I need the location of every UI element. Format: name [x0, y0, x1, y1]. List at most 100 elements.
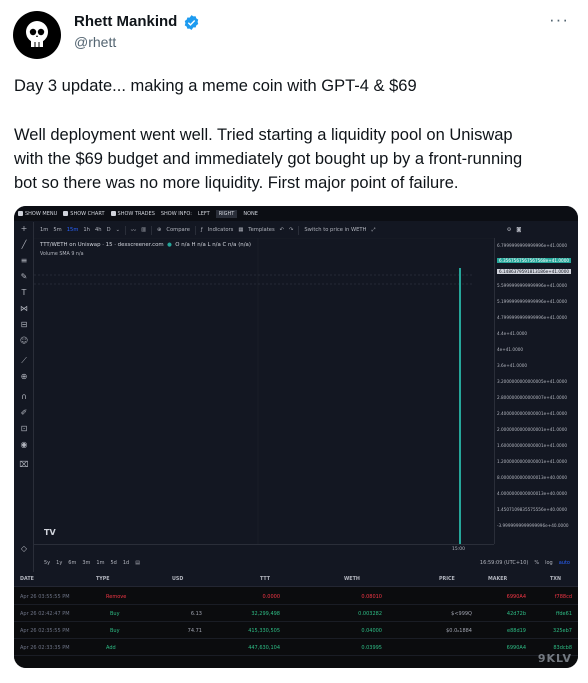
zoom-icon[interactable]: ⊕: [19, 372, 29, 382]
show-menu-toggle[interactable]: SHOW MENU: [18, 211, 57, 217]
pattern-icon[interactable]: ⋈: [19, 304, 29, 314]
emoji-icon[interactable]: ☺: [19, 336, 29, 346]
table-row[interactable]: Apr 26 02:35:55 PM Buy 74.71 415,330,505 0.0…: [14, 622, 578, 639]
price-tick-label: -3.9999999999999996e+40.0000: [497, 523, 569, 528]
col-weth[interactable]: WETH: [344, 577, 360, 582]
user-handle[interactable]: @rhett: [74, 34, 116, 50]
price-axis[interactable]: 6.7999999999999996e+41.0000 6.35675675675…: [494, 238, 578, 544]
cell-txn[interactable]: f788cd: [555, 594, 572, 600]
col-date[interactable]: DATE: [20, 577, 34, 582]
crosshair-icon[interactable]: +: [19, 224, 29, 234]
cell-weth: 0.003282: [358, 611, 382, 617]
horizontal-lines-icon[interactable]: ≡: [19, 256, 29, 266]
text-icon[interactable]: T: [19, 288, 29, 298]
price-spike-bar: [459, 268, 461, 544]
undo-icon[interactable]: ↶: [280, 227, 284, 233]
percent-toggle[interactable]: %: [534, 560, 539, 566]
col-price[interactable]: PRICE: [439, 577, 455, 582]
clock-label[interactable]: 16:59:09 (UTC+10): [480, 560, 528, 566]
camera-icon[interactable]: ◙: [516, 227, 521, 233]
cell-price: $0.0₆1884: [446, 628, 472, 634]
table-row[interactable]: Apr 26 02:42:47 PM Buy 6.13 32,299,498 0.003…: [14, 605, 578, 622]
trendline-icon[interactable]: ╱: [19, 240, 29, 250]
table-row[interactable]: Apr 26 02:33:35 PM Add 447,630,104 0.03995 6…: [14, 639, 578, 656]
range-5d[interactable]: 5d: [110, 560, 116, 566]
candles-icon[interactable]: ▥: [141, 227, 146, 233]
templates-button[interactable]: Templates: [248, 227, 274, 233]
table-row[interactable]: Apr 26 03:55:55 PM Remove 0.0000 0.08010 699…: [14, 588, 578, 605]
show-chart-toggle[interactable]: SHOW CHART: [63, 211, 105, 217]
price-tick-label: 5.5999999999999996e+41.0000: [497, 283, 568, 288]
show-trades-toggle[interactable]: SHOW TRADES: [110, 211, 155, 217]
chart-plot-area[interactable]: [34, 238, 494, 544]
timeframe-d[interactable]: D: [107, 227, 111, 233]
timeframe-5m[interactable]: 5m: [53, 227, 61, 233]
price-tick-label: 4.0000000000000013e+40.0000: [497, 491, 568, 496]
price-tick-label: 4.4e+41.0000: [497, 331, 528, 336]
cell-txn[interactable]: ffde61: [556, 611, 572, 617]
attached-image[interactable]: SHOW MENU SHOW CHART SHOW TRADES SHOW IN…: [14, 206, 578, 668]
layers-icon[interactable]: ◇: [19, 544, 29, 554]
price-tick-label: 1.6000000000000001e+41.0000: [497, 443, 568, 448]
info-none-option[interactable]: NONE: [243, 211, 258, 217]
trades-table: DATE TYPE USD TTT WETH PRICE MAKER TXN A…: [14, 572, 578, 668]
brush-icon[interactable]: ✎: [19, 272, 29, 282]
cell-type: Add: [106, 645, 116, 651]
cell-date: Apr 26 02:35:55 PM: [20, 628, 70, 634]
calendar-icon[interactable]: ▤: [135, 560, 140, 566]
cell-maker[interactable]: 6990A4: [507, 645, 526, 651]
avatar[interactable]: [13, 11, 61, 59]
magnet-icon[interactable]: ∩: [19, 392, 29, 402]
cell-weth: 0.03995: [361, 645, 382, 651]
switch-price-button[interactable]: Switch to price in WETH: [304, 227, 366, 233]
chevron-down-icon[interactable]: ⌄: [116, 227, 120, 233]
timeframe-4h[interactable]: 4h: [95, 227, 102, 233]
range-1y[interactable]: 1y: [56, 560, 62, 566]
more-options-icon[interactable]: ···: [549, 10, 569, 30]
info-right-option[interactable]: RIGHT: [215, 209, 238, 218]
cell-type: Buy: [110, 611, 120, 617]
fullscreen-icon[interactable]: ⤢: [371, 227, 375, 234]
tweet-text-line-3: with the $69 budget and immediately got …: [14, 150, 523, 168]
eye-icon[interactable]: ◉: [19, 440, 29, 450]
price-tick-label: 3.6e+41.0000: [497, 363, 528, 368]
trash-icon[interactable]: ⌧: [19, 460, 29, 470]
price-tick-label: 6.7999999999999996e+41.0000: [497, 243, 568, 248]
templates-icon[interactable]: ▦: [238, 227, 243, 233]
cell-txn[interactable]: 83dcb8: [553, 645, 572, 651]
display-name[interactable]: Rhett Mankind: [74, 13, 177, 30]
range-1m[interactable]: 1m: [96, 560, 104, 566]
col-usd[interactable]: USD: [172, 577, 183, 582]
redo-icon[interactable]: ↷: [289, 227, 293, 233]
auto-toggle[interactable]: auto: [559, 560, 570, 566]
info-left-option[interactable]: LEFT: [198, 211, 210, 217]
indicators-icon[interactable]: ƒ: [201, 227, 203, 233]
col-type[interactable]: TYPE: [96, 577, 110, 582]
lock-icon[interactable]: ⊡: [19, 424, 29, 434]
col-maker[interactable]: MAKER: [488, 577, 507, 582]
range-6m[interactable]: 6m: [68, 560, 76, 566]
price-tick-label: 3.2000000000000005e+41.0000: [497, 379, 568, 384]
timeframe-1m[interactable]: 1m: [40, 227, 48, 233]
ruler-icon[interactable]: ⟋: [19, 356, 29, 366]
cell-maker[interactable]: 42d72b: [507, 611, 526, 617]
settings-icon[interactable]: ⚙: [507, 227, 512, 233]
cell-maker[interactable]: 6990A4: [507, 594, 526, 600]
timeframe-1h[interactable]: 1h: [83, 227, 90, 233]
measure-icon[interactable]: ⊟: [19, 320, 29, 330]
plus-icon[interactable]: ⊕: [157, 227, 161, 233]
range-1d[interactable]: 1d: [123, 560, 129, 566]
chart-type-icon[interactable]: 〰: [131, 227, 136, 234]
range-5y[interactable]: 5y: [44, 560, 50, 566]
table-header: DATE TYPE USD TTT WETH PRICE MAKER TXN: [14, 572, 578, 587]
cell-txn[interactable]: 325eb7: [553, 628, 572, 634]
range-3m[interactable]: 3m: [82, 560, 90, 566]
log-toggle[interactable]: log: [545, 560, 553, 566]
col-txn[interactable]: TXN: [550, 577, 561, 582]
compare-button[interactable]: Compare: [166, 227, 190, 233]
indicators-button[interactable]: Indicators: [208, 227, 234, 233]
col-ttt[interactable]: TTT: [260, 577, 270, 582]
pencil-lock-icon[interactable]: ✐: [19, 408, 29, 418]
timeframe-15m[interactable]: 15m: [67, 227, 79, 233]
cell-maker[interactable]: e88d19: [507, 628, 526, 634]
